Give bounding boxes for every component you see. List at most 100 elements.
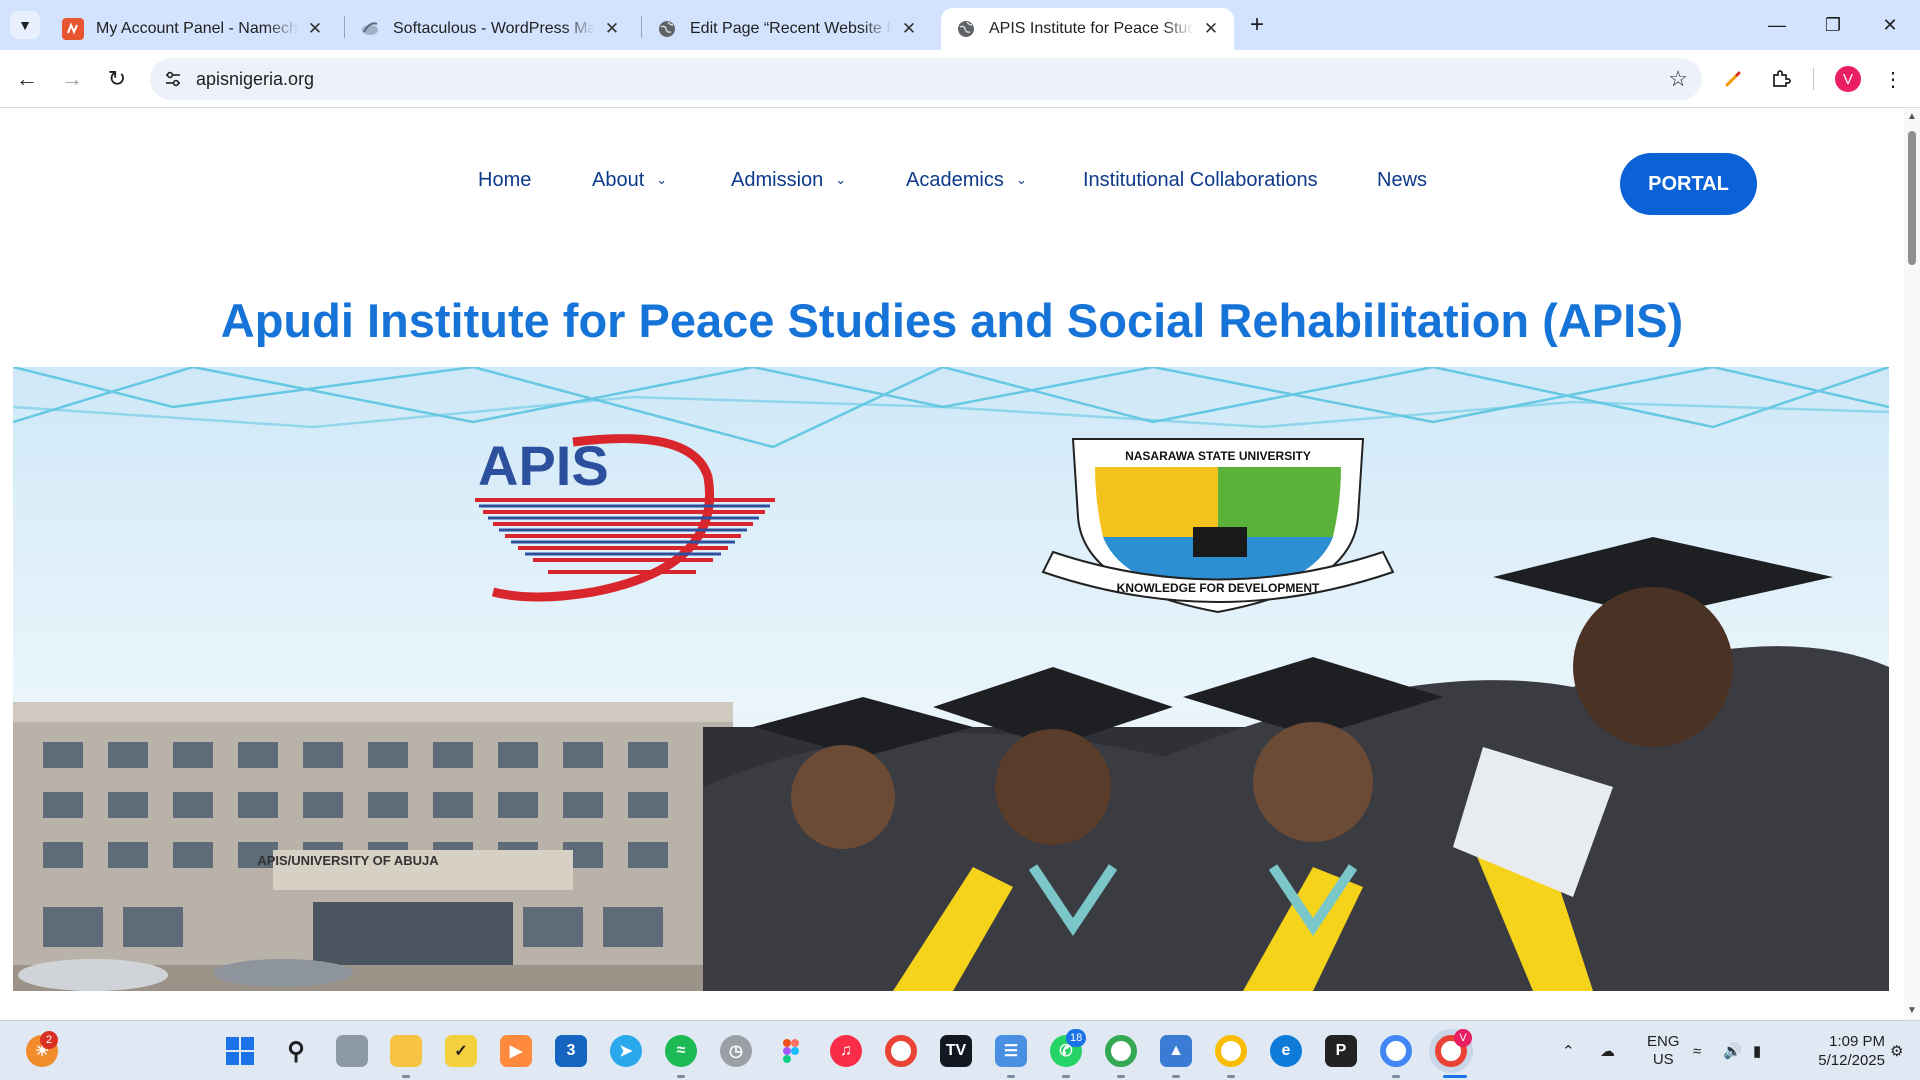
nav-institutional-collaborations[interactable]: Institutional Collaborations bbox=[1083, 169, 1318, 192]
music-app-icon[interactable]: ♫ bbox=[830, 1035, 862, 1067]
tab-title: APIS Institute for Peace Studies bbox=[989, 20, 1194, 37]
tab-apis-active[interactable]: APIS Institute for Peace Studies ✕ bbox=[941, 8, 1234, 50]
windows-taskbar: ☀ 2 ⚲ ✓ ▶ 3 ➤ ≈ ◷ ♫ TV ☰ ✆ 18 ▲ e P V ⌃ … bbox=[0, 1020, 1920, 1080]
search-icon[interactable]: ⚲ bbox=[280, 1035, 312, 1067]
forward-arrow-icon[interactable]: → bbox=[55, 62, 89, 96]
windows-start-icon[interactable] bbox=[224, 1035, 256, 1067]
region-text: US bbox=[1652, 1051, 1674, 1068]
nav-about[interactable]: About ⌄ bbox=[592, 169, 667, 192]
tab-edit-page[interactable]: Edit Page “Recent Website Projects” ✕ bbox=[642, 8, 932, 50]
scroll-up-arrow-icon[interactable]: ▲ bbox=[1907, 111, 1917, 122]
language-indicator[interactable]: ENG US bbox=[1647, 1021, 1680, 1080]
portal-button[interactable]: PORTAL bbox=[1620, 153, 1757, 215]
nav-label: Institutional Collaborations bbox=[1083, 169, 1318, 191]
battery-icon[interactable]: ▮ bbox=[1753, 1021, 1761, 1080]
web-page: Home About ⌄ Admission ⌄ Academics ⌄ Instit… bbox=[0, 109, 1904, 1020]
namecheap-icon bbox=[62, 18, 84, 40]
site-info-tune-icon[interactable] bbox=[158, 64, 188, 94]
graduates-photo bbox=[703, 537, 1889, 991]
close-icon[interactable]: ✕ bbox=[304, 18, 326, 40]
app-3-icon[interactable]: 3 bbox=[555, 1035, 587, 1067]
globe-icon bbox=[656, 18, 678, 40]
media-player-icon[interactable]: ▶ bbox=[500, 1035, 532, 1067]
nav-news[interactable]: News bbox=[1377, 169, 1427, 192]
edge-icon[interactable]: e bbox=[1270, 1035, 1302, 1067]
back-arrow-icon[interactable]: ← bbox=[10, 62, 44, 96]
reload-icon[interactable]: ↻ bbox=[100, 62, 134, 96]
close-icon[interactable]: ✕ bbox=[601, 18, 623, 40]
clock-app-icon[interactable]: ◷ bbox=[720, 1035, 752, 1067]
tab-search-chevron-icon[interactable]: ▼ bbox=[10, 11, 40, 39]
date-text: 5/12/2025 bbox=[1818, 1052, 1885, 1069]
restore-icon[interactable]: ❐ bbox=[1805, 0, 1861, 50]
nasarawa-state-university-crest: NASARAWA STATE UNIVERSITY KNOWLEDGE FOR … bbox=[1041, 438, 1395, 614]
tradingview-icon[interactable]: TV bbox=[940, 1035, 972, 1067]
app-yellow-icon[interactable]: ✓ bbox=[445, 1035, 477, 1067]
bookmark-star-icon[interactable]: ☆ bbox=[1668, 66, 1688, 92]
pen-extension-icon[interactable] bbox=[1716, 62, 1750, 96]
nav-label: Admission bbox=[731, 169, 824, 191]
page-scrollbar[interactable]: ▲ ▼ bbox=[1904, 109, 1920, 1020]
task-view-icon[interactable] bbox=[336, 1035, 368, 1067]
nav-label: Home bbox=[478, 169, 532, 191]
tab-strip: ▼ My Account Panel - Namecheap ✕ Softacu… bbox=[0, 0, 1920, 50]
nav-label: News bbox=[1377, 169, 1428, 191]
wifi-icon[interactable]: ≈ bbox=[1693, 1021, 1701, 1080]
file-explorer-icon[interactable] bbox=[390, 1035, 422, 1067]
running-indicator bbox=[1007, 1075, 1015, 1078]
whatsapp-badge: 18 bbox=[1066, 1029, 1087, 1047]
minimize-icon[interactable]: — bbox=[1749, 0, 1805, 50]
scroll-thumb[interactable] bbox=[1908, 131, 1916, 265]
address-bar[interactable]: apisnigeria.org ☆ bbox=[150, 58, 1702, 100]
tab-namecheap[interactable]: My Account Panel - Namecheap ✕ bbox=[48, 8, 338, 50]
notification-badge: 2 bbox=[40, 1031, 58, 1049]
active-indicator bbox=[1443, 1075, 1467, 1078]
running-indicator bbox=[1172, 1075, 1180, 1078]
language-text: ENG bbox=[1647, 1033, 1680, 1050]
profile-avatar[interactable]: V bbox=[1835, 66, 1861, 92]
photos-app-icon[interactable]: ▲ bbox=[1160, 1035, 1192, 1067]
hero-banner-image: APIS NASARAWA STATE UNIVERSITY KNOWLEDGE… bbox=[13, 367, 1889, 991]
close-icon[interactable]: ✕ bbox=[1200, 18, 1222, 40]
running-indicator bbox=[1227, 1075, 1235, 1078]
crest-top-text: NASARAWA STATE UNIVERSITY bbox=[1125, 449, 1311, 463]
new-tab-plus-icon[interactable]: + bbox=[1243, 11, 1271, 39]
tab-title: Softaculous - WordPress Manager bbox=[393, 20, 595, 37]
nav-home[interactable]: Home bbox=[478, 169, 531, 192]
notification-bell-icon[interactable]: ⚙ bbox=[1890, 1021, 1903, 1080]
tab-softaculous[interactable]: Softaculous - WordPress Manager ✕ bbox=[345, 8, 635, 50]
onedrive-icon[interactable]: ☁ bbox=[1600, 1021, 1615, 1080]
chevron-down-icon: ⌄ bbox=[1015, 172, 1027, 187]
running-indicator bbox=[1117, 1075, 1125, 1078]
chevron-down-icon: ⌄ bbox=[656, 172, 668, 187]
background-lattice bbox=[13, 367, 1889, 449]
clock[interactable]: 1:09 PM 5/12/2025 bbox=[1795, 1021, 1885, 1080]
time-text: 1:09 PM bbox=[1829, 1033, 1885, 1050]
close-icon[interactable]: ✕ bbox=[898, 18, 920, 40]
page-title: Apudi Institute for Peace Studies and So… bbox=[220, 294, 1684, 347]
notepad-icon[interactable]: ☰ bbox=[995, 1035, 1027, 1067]
running-indicator bbox=[1392, 1075, 1400, 1078]
app-p-icon[interactable]: P bbox=[1325, 1035, 1357, 1067]
tab-title: Edit Page “Recent Website Projects” bbox=[690, 20, 892, 37]
tray-chevron-up-icon[interactable]: ⌃ bbox=[1562, 1021, 1575, 1080]
telegram-icon[interactable]: ➤ bbox=[610, 1035, 642, 1067]
scroll-down-arrow-icon[interactable]: ▼ bbox=[1907, 1005, 1917, 1016]
nav-academics[interactable]: Academics ⌄ bbox=[906, 169, 1027, 192]
chrome-profile-k-icon[interactable] bbox=[1380, 1035, 1412, 1067]
figma-icon[interactable] bbox=[775, 1035, 807, 1067]
building-sign-text: APIS/UNIVERSITY OF ABUJA bbox=[257, 853, 439, 868]
chrome-profile-b-icon[interactable] bbox=[1215, 1035, 1247, 1067]
volume-icon[interactable]: 🔊 bbox=[1723, 1021, 1742, 1080]
globe-icon bbox=[955, 18, 977, 40]
running-indicator bbox=[402, 1075, 410, 1078]
more-menu-icon[interactable]: ⋮ bbox=[1876, 62, 1910, 96]
apis-logo-text: APIS bbox=[478, 434, 609, 497]
spotify-icon[interactable]: ≈ bbox=[665, 1035, 697, 1067]
extensions-puzzle-icon[interactable] bbox=[1764, 62, 1798, 96]
chrome-icon[interactable] bbox=[885, 1035, 917, 1067]
window-close-icon[interactable]: ✕ bbox=[1862, 0, 1918, 50]
chrome-profile-a-icon[interactable] bbox=[1105, 1035, 1137, 1067]
running-indicator bbox=[677, 1075, 685, 1078]
nav-admission[interactable]: Admission ⌄ bbox=[731, 169, 846, 192]
